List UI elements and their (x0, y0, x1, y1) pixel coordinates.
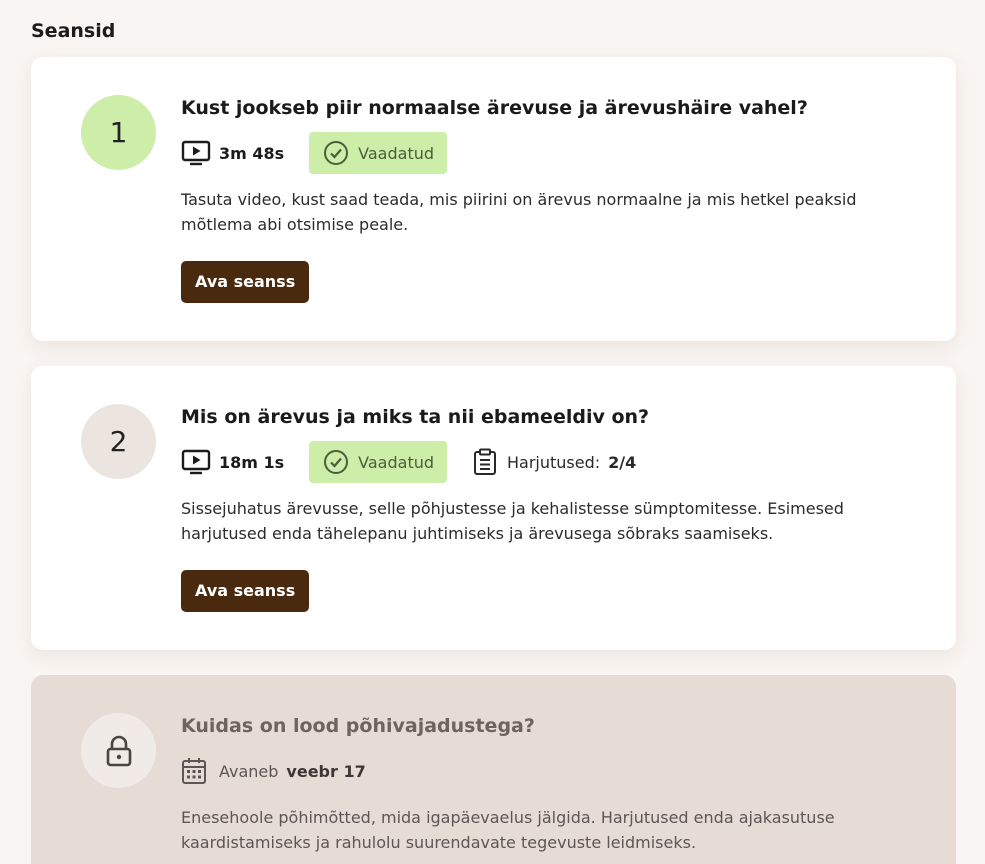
watched-badge: Vaadatud (309, 132, 448, 174)
session-description: Tasuta video, kust saad teada, mis piiri… (181, 190, 857, 234)
session-title: Kust jookseb piir normaalse ärevuse ja ä… (181, 97, 808, 119)
session-meta: 18m 1s Vaadatud Harjutused: 2/4 (181, 441, 916, 483)
session-title: Kuidas on lood põhivajadustega? (181, 715, 535, 737)
exercises-progress: Harjutused: 2/4 (473, 448, 636, 476)
watched-label: Vaadatud (358, 143, 435, 163)
exercises-label: Harjutused: (507, 452, 601, 472)
calendar-icon (181, 757, 207, 785)
open-session-button[interactable]: Ava seanss (181, 261, 310, 303)
section-title: Seansid (31, 20, 116, 42)
session-title: Mis on ärevus ja miks ta nii ebameeldiv … (181, 406, 650, 428)
session-meta: Avaneb veebr 17 (181, 750, 916, 792)
open-session-button[interactable]: Ava seanss (181, 570, 310, 612)
session-meta: 3m 48s Vaadatud (181, 132, 916, 174)
watched-badge: Vaadatud (309, 441, 448, 483)
session-number: 2 (81, 404, 156, 479)
session-card-1: 1 Kust jookseb piir normaalse ärevuse ja… (31, 57, 956, 341)
lock-icon (105, 734, 133, 768)
session-number: 1 (81, 95, 156, 170)
opens-label: Avaneb (219, 761, 279, 781)
clipboard-icon (473, 448, 497, 476)
watched-label: Vaadatud (358, 452, 435, 472)
video-duration: 3m 48s (181, 140, 284, 166)
opens-date-value: veebr 17 (286, 761, 366, 781)
session-description: Enesehoole põhimõtted, mida igapäevaelus… (181, 808, 835, 852)
video-duration: 18m 1s (181, 449, 284, 475)
session-card-locked: Kuidas on lood põhivajadustega? Avaneb v… (31, 675, 956, 864)
video-icon (181, 140, 211, 166)
session-card-2: 2 Mis on ärevus ja miks ta nii ebameeldi… (31, 366, 956, 650)
lock-circle (81, 713, 156, 788)
video-icon (181, 449, 211, 475)
opens-date: Avaneb veebr 17 (181, 757, 366, 785)
check-circle-icon (323, 140, 349, 166)
check-circle-icon (323, 449, 349, 475)
session-description: Sissejuhatus ärevusse, selle põhjustesse… (181, 499, 844, 543)
duration-text: 3m 48s (219, 143, 285, 163)
exercises-value: 2/4 (608, 452, 637, 472)
duration-text: 18m 1s (219, 452, 285, 472)
